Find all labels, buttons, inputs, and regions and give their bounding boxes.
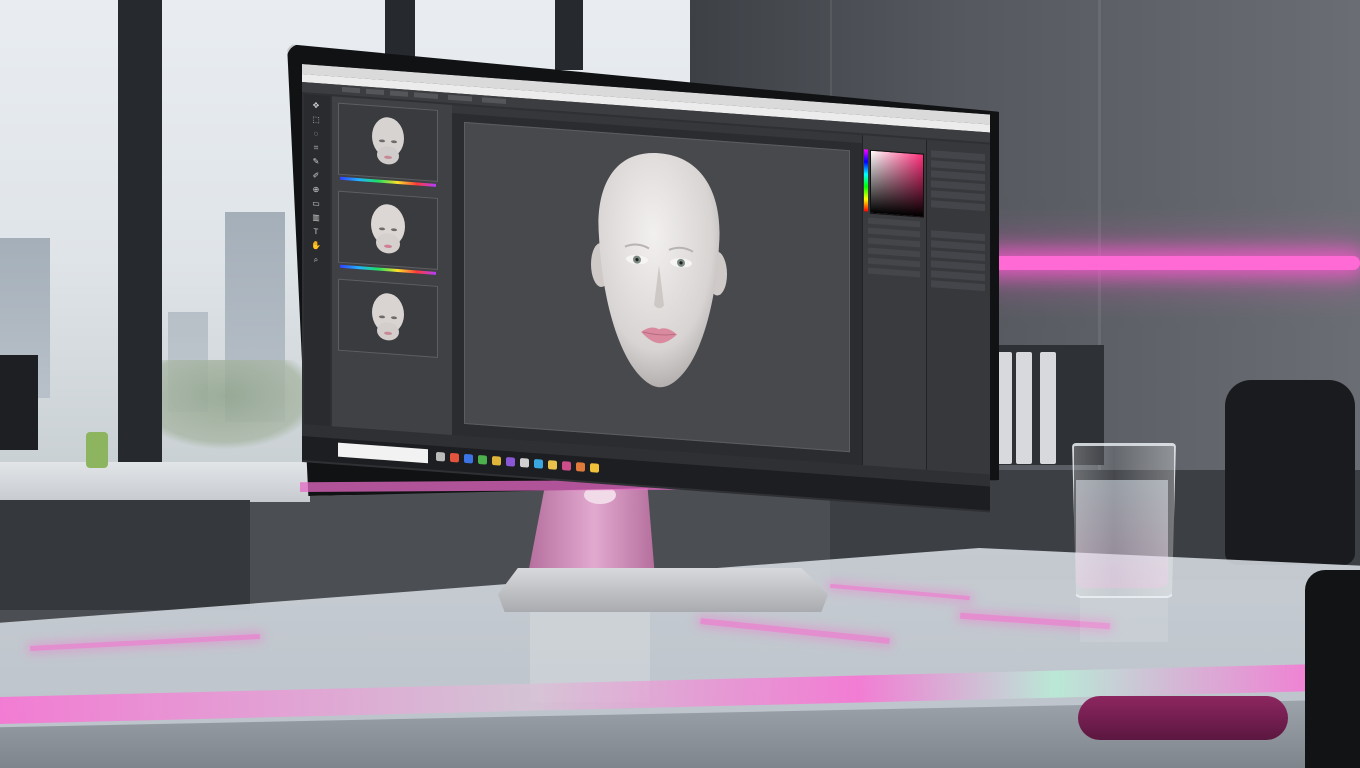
text-tool-icon[interactable]: T (310, 227, 322, 238)
gradient-tool-icon[interactable]: ▥ (310, 213, 322, 224)
marquee-tool-icon[interactable]: ⬚ (310, 115, 322, 126)
app-icon[interactable] (478, 454, 487, 465)
head-thumbnail-image (372, 293, 404, 341)
window-frame (385, 0, 415, 60)
head-render (591, 153, 727, 388)
option-control[interactable] (390, 90, 408, 97)
layer-row[interactable] (931, 260, 985, 272)
window-frame (555, 0, 583, 70)
neon-light-strip (975, 256, 1360, 270)
head-thumbnail-image (371, 204, 405, 254)
app-icon[interactable] (576, 462, 585, 472)
window-frame (118, 0, 162, 470)
app-icon[interactable] (590, 463, 599, 473)
head-thumbnail[interactable] (338, 190, 438, 270)
layer-row[interactable] (931, 170, 985, 182)
app-icon[interactable] (506, 456, 515, 467)
layer-row[interactable] (931, 150, 985, 162)
head-thumbnail-image (372, 117, 404, 165)
office-chair (1225, 380, 1355, 565)
layers-panel (926, 139, 990, 475)
side-counter-body (0, 500, 250, 610)
mail-icon[interactable] (520, 458, 529, 468)
layer-row[interactable] (931, 190, 985, 202)
chair-seat (1078, 696, 1288, 740)
layer-row[interactable] (931, 250, 985, 262)
layer-row[interactable] (931, 200, 985, 212)
app-icon[interactable] (562, 461, 571, 471)
browser-icon[interactable] (450, 452, 459, 463)
folder-icon[interactable] (492, 455, 501, 466)
head-thumbnail[interactable] (338, 102, 438, 182)
option-control[interactable] (414, 92, 438, 99)
layer-row[interactable] (931, 270, 985, 282)
option-control[interactable] (342, 86, 360, 94)
background-monitor (0, 355, 38, 450)
layer-row[interactable] (931, 230, 985, 242)
binder (1016, 352, 1032, 464)
monitor-screen: ✥ ⬚ ◌ ⌗ ✎ ✐ ⊕ ▭ ▥ T ✋ ⌕ (302, 64, 990, 513)
stamp-tool-icon[interactable]: ⊕ (310, 185, 322, 196)
office-chair (1305, 570, 1360, 768)
color-picker[interactable] (870, 149, 924, 218)
option-control[interactable] (448, 94, 472, 102)
tools-panel: ✥ ⬚ ◌ ⌗ ✎ ✐ ⊕ ▭ ▥ T ✋ ⌕ (304, 94, 330, 427)
office-scene: ✥ ⬚ ◌ ⌗ ✎ ✐ ⊕ ▭ ▥ T ✋ ⌕ (0, 0, 1360, 768)
option-control[interactable] (482, 97, 506, 104)
zoom-tool-icon[interactable]: ⌕ (310, 255, 322, 266)
hand-tool-icon[interactable]: ✋ (310, 241, 322, 252)
app-icon[interactable] (548, 460, 557, 470)
brush-tool-icon[interactable]: ✐ (310, 171, 322, 182)
monitor-base (498, 568, 828, 612)
task-view-icon[interactable] (436, 451, 445, 462)
thumbnail-panel (332, 96, 452, 436)
eraser-tool-icon[interactable]: ▭ (310, 199, 322, 210)
layer-row[interactable] (931, 160, 985, 172)
store-icon[interactable] (534, 459, 543, 469)
option-control[interactable] (366, 88, 384, 96)
lasso-tool-icon[interactable]: ◌ (310, 129, 322, 140)
water-glass (1072, 443, 1176, 598)
layer-row[interactable] (931, 180, 985, 192)
plant-pot (86, 432, 108, 468)
trees (160, 360, 320, 450)
glass-reflection (1080, 596, 1168, 642)
head-thumbnail[interactable] (338, 278, 438, 358)
crop-tool-icon[interactable]: ⌗ (310, 143, 322, 154)
layer-row[interactable] (931, 280, 985, 292)
layer-row[interactable] (931, 240, 985, 252)
eyedropper-tool-icon[interactable]: ✎ (310, 157, 322, 168)
document-canvas[interactable] (464, 121, 850, 453)
move-tool-icon[interactable]: ✥ (310, 101, 322, 112)
photoshop-icon[interactable] (464, 453, 473, 464)
hue-slider[interactable] (864, 149, 868, 212)
binder (1040, 352, 1056, 464)
side-counter (0, 462, 310, 502)
